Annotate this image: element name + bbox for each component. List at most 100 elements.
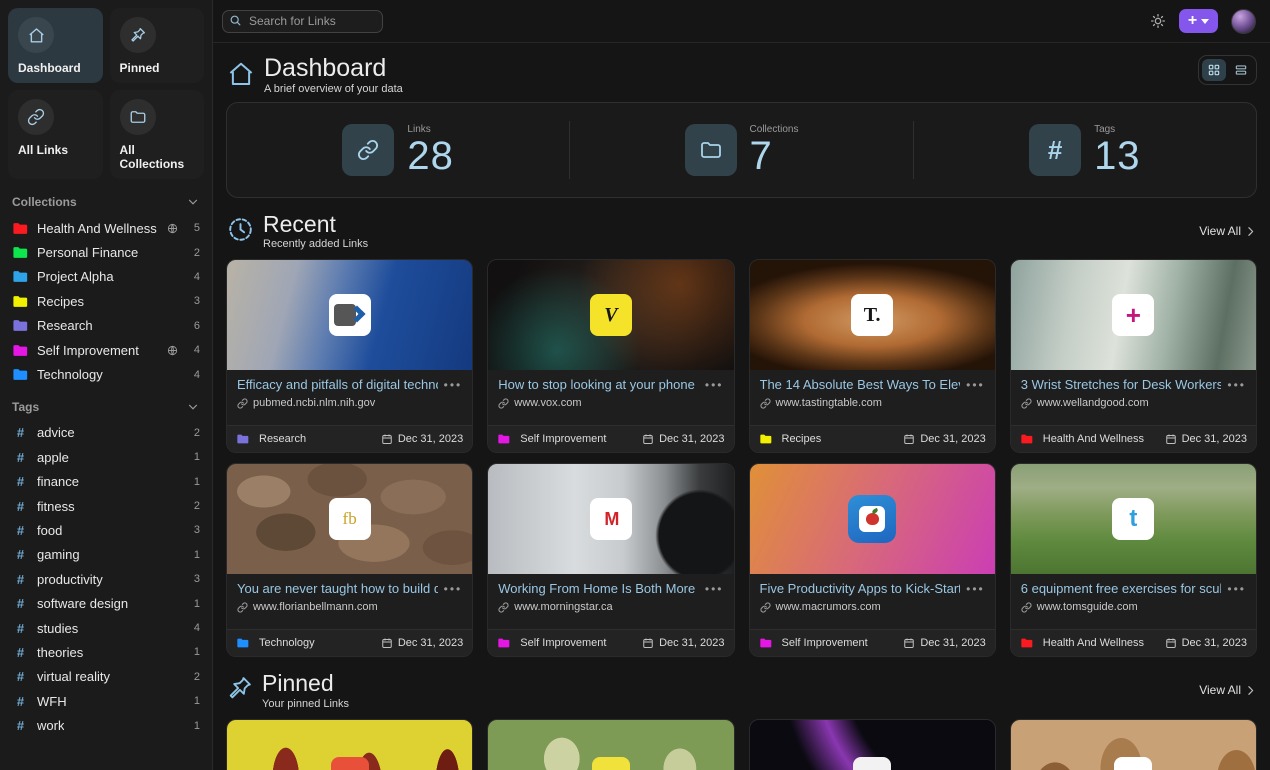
card-body: 3 Wrist Stretches for Desk Workers to D.… (1011, 370, 1256, 425)
more-menu-icon[interactable]: ••• (705, 379, 724, 391)
wellandgood-logo: + (1112, 294, 1154, 336)
more-menu-icon[interactable]: ••• (1227, 379, 1246, 391)
sidebar-item-dashboard[interactable]: Dashboard (8, 8, 103, 83)
sidebar-tag-virtual-reality[interactable]: #virtual reality2 (8, 665, 204, 689)
hash-icon: # (12, 499, 29, 514)
tastingtable-logo: T. (851, 294, 893, 336)
site-logo (853, 757, 891, 770)
sidebar-tag-work[interactable]: #work1 (8, 713, 204, 737)
sidebar-tag-finance[interactable]: #finance1 (8, 470, 204, 494)
pinned-title: Pinned (262, 671, 349, 695)
folder-icon (1020, 637, 1037, 649)
more-menu-icon[interactable]: ••• (444, 379, 463, 391)
card-collection[interactable]: Self Improvement (759, 637, 868, 649)
collection-name: Technology (259, 637, 315, 649)
card-thumbnail (488, 720, 733, 770)
link-card-tastingtable[interactable]: T. The 14 Absolute Best Ways To Elevate … (749, 259, 996, 453)
more-menu-icon[interactable]: ••• (1227, 583, 1246, 595)
link-card-pubmed[interactable]: Efficacy and pitfalls of digital technol… (226, 259, 473, 453)
sidebar-collection-health-and-wellness[interactable]: Health And Wellness 5 (8, 216, 204, 240)
sidebar-tag-food[interactable]: #food3 (8, 518, 204, 542)
pin-icon (226, 674, 254, 702)
card-collection[interactable]: Technology (236, 637, 315, 649)
pinned-card-1[interactable] (226, 719, 473, 770)
morningstar-logo: M (590, 498, 632, 540)
sidebar-tag-studies[interactable]: #studies4 (8, 616, 204, 640)
hash-icon: # (12, 645, 29, 660)
more-menu-icon[interactable]: ••• (966, 379, 985, 391)
stat-collections[interactable]: Collections 7 (570, 124, 912, 177)
chevron-right-icon (1244, 684, 1257, 697)
card-date: Dec 31, 2023 (903, 433, 985, 445)
logo-letter: M (604, 509, 617, 530)
recent-view-all-link[interactable]: View All (1199, 224, 1257, 238)
home-icon (18, 17, 54, 53)
card-collection[interactable]: Research (236, 433, 306, 445)
collection-name: Research (37, 318, 93, 333)
card-url: www.macrumors.com (776, 601, 881, 613)
card-date: Dec 31, 2023 (1165, 637, 1247, 649)
calendar-icon (903, 637, 915, 649)
collections-header[interactable]: Collections (12, 195, 200, 209)
clock-icon (226, 215, 255, 244)
link-icon (760, 602, 771, 613)
card-date: Dec 31, 2023 (903, 637, 985, 649)
sidebar-tag-wfh[interactable]: #WFH1 (8, 689, 204, 713)
more-menu-icon[interactable]: ••• (705, 583, 724, 595)
stat-links[interactable]: Links 28 (227, 124, 569, 177)
sidebar-tag-gaming[interactable]: #gaming1 (8, 543, 204, 567)
pinned-card-3[interactable] (749, 719, 996, 770)
sidebar-item-label: Pinned (120, 61, 195, 75)
recent-title: Recent (263, 212, 368, 236)
sidebar-collection-technology[interactable]: Technology 4 (8, 362, 204, 386)
link-card-vox[interactable]: V How to stop looking at your phone - Vo… (487, 259, 734, 453)
link-card-morningstar[interactable]: M Working From Home Is Both More and L..… (487, 463, 734, 657)
link-icon (1021, 602, 1032, 613)
link-card-wellandgood[interactable]: + 3 Wrist Stretches for Desk Workers to … (1010, 259, 1257, 453)
card-title: 3 Wrist Stretches for Desk Workers to D.… (1021, 377, 1222, 392)
sidebar-tag-advice[interactable]: #advice2 (8, 421, 204, 445)
pinned-card-4[interactable] (1010, 719, 1257, 770)
sidebar-item-all-links[interactable]: All Links (8, 90, 103, 179)
sidebar-collection-recipes[interactable]: Recipes 3 (8, 289, 204, 313)
card-footer: Self Improvement Dec 31, 2023 (488, 629, 733, 656)
card-collection[interactable]: Self Improvement (497, 637, 606, 649)
folder-icon (497, 433, 514, 445)
sidebar-tag-productivity[interactable]: #productivity3 (8, 567, 204, 591)
sidebar-collection-research[interactable]: Research 6 (8, 314, 204, 338)
list-view-icon[interactable] (1229, 59, 1253, 81)
sidebar-tag-apple[interactable]: #apple1 (8, 445, 204, 469)
tags-header[interactable]: Tags (12, 400, 200, 414)
sidebar-item-pinned[interactable]: Pinned (110, 8, 205, 83)
stat-tags[interactable]: # Tags 13 (914, 124, 1256, 177)
card-collection[interactable]: Recipes (759, 433, 822, 445)
pinned-view-all-link[interactable]: View All (1199, 683, 1257, 697)
card-collection[interactable]: Self Improvement (497, 433, 606, 445)
date-label: Dec 31, 2023 (659, 637, 724, 649)
more-menu-icon[interactable]: ••• (444, 583, 463, 595)
sidebar-tag-software-design[interactable]: #software design1 (8, 591, 204, 615)
pinned-card-2[interactable] (487, 719, 734, 770)
sidebar-tag-fitness[interactable]: #fitness2 (8, 494, 204, 518)
vox-logo: V (590, 294, 632, 336)
link-card-macrumors[interactable]: Five Productivity Apps to Kick-Start the… (749, 463, 996, 657)
grid-view-icon[interactable] (1202, 59, 1226, 81)
tag-name: work (37, 718, 64, 733)
theme-toggle-sun-icon[interactable] (1150, 13, 1166, 29)
search-input[interactable] (222, 10, 383, 33)
add-new-button[interactable]: + (1179, 9, 1218, 33)
card-collection[interactable]: Health And Wellness (1020, 637, 1144, 649)
link-card-tomsguide[interactable]: t 6 equipment free exercises for sculpti… (1010, 463, 1257, 657)
link-card-florianbellmann[interactable]: fb You are never taught how to build qua… (226, 463, 473, 657)
avatar[interactable] (1231, 9, 1256, 34)
sidebar-collection-personal-finance[interactable]: Personal Finance 2 (8, 240, 204, 264)
view-toggle (1198, 55, 1257, 85)
sidebar-item-all-collections[interactable]: All Collections (110, 90, 205, 179)
sidebar-item-label: All Links (18, 143, 93, 157)
sidebar-collection-self-improvement[interactable]: Self Improvement 4 (8, 338, 204, 362)
more-menu-icon[interactable]: ••• (966, 583, 985, 595)
calendar-icon (1165, 637, 1177, 649)
card-collection[interactable]: Health And Wellness (1020, 433, 1144, 445)
sidebar-tag-theories[interactable]: #theories1 (8, 640, 204, 664)
sidebar-collection-project-alpha[interactable]: Project Alpha 4 (8, 265, 204, 289)
